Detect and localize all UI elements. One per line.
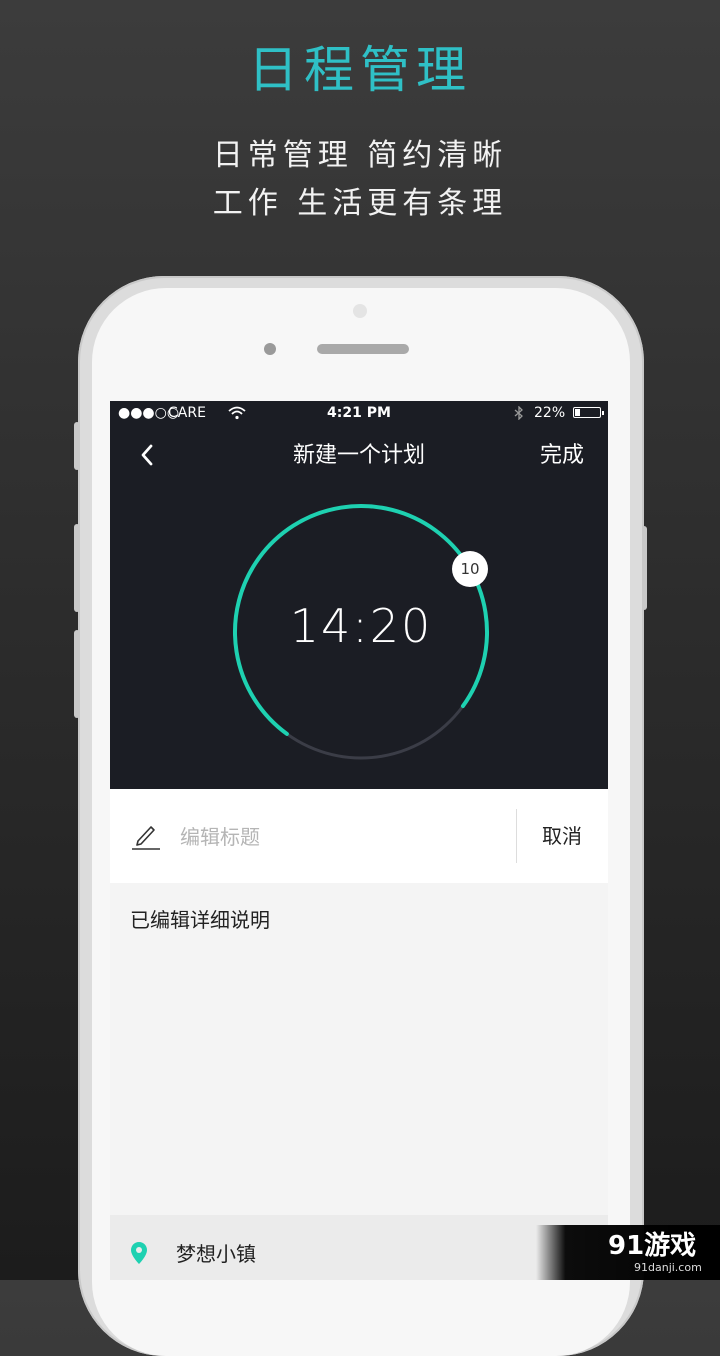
description-text: 已编辑详细说明 — [130, 908, 270, 932]
watermark-url: 91danji.com — [634, 1261, 702, 1274]
battery-fill — [575, 409, 580, 416]
battery-icon — [573, 407, 604, 418]
location-row[interactable]: 梦想小镇 — [110, 1215, 608, 1280]
location-name: 梦想小镇 — [176, 1242, 256, 1266]
bluetooth-icon — [514, 401, 524, 425]
battery-percent: 22% — [534, 405, 566, 421]
nav-bar: 新建一个计划 完成 — [110, 425, 608, 485]
pencil-icon — [130, 819, 162, 851]
promo-subline-2: 工作 生活更有条理 — [212, 186, 508, 221]
cancel-button[interactable]: 取消 — [516, 819, 608, 853]
watermark-logo: 91游戏 — [608, 1231, 697, 1261]
page-title: 新建一个计划 — [292, 443, 425, 468]
phone-sensor — [264, 343, 276, 355]
timer-panel: ●●●○○ CARE 4:21 PM 22% 新建一个计划 完成 14:20 1… — [110, 401, 608, 789]
description-area[interactable]: 已编辑详细说明 — [110, 883, 608, 1215]
phone-speaker — [317, 344, 409, 354]
done-button[interactable]: 完成 — [540, 441, 584, 471]
timer-time: 14:20 — [289, 599, 433, 653]
promo-headline: 日程管理 — [248, 41, 472, 99]
status-bar: ●●●○○ CARE 4:21 PM 22% — [110, 401, 608, 425]
app-screen: ●●●○○ CARE 4:21 PM 22% 新建一个计划 完成 14:20 1… — [110, 401, 608, 1280]
timer-knob[interactable]: 10 — [452, 551, 488, 587]
title-row: 取消 — [110, 789, 608, 883]
location-pin-icon — [130, 1241, 148, 1265]
watermark: 91游戏 91danji.com — [536, 1225, 720, 1280]
phone-camera — [353, 304, 367, 318]
promo-subline-1: 日常管理 简约清晰 — [212, 138, 508, 173]
title-input[interactable] — [178, 819, 502, 855]
